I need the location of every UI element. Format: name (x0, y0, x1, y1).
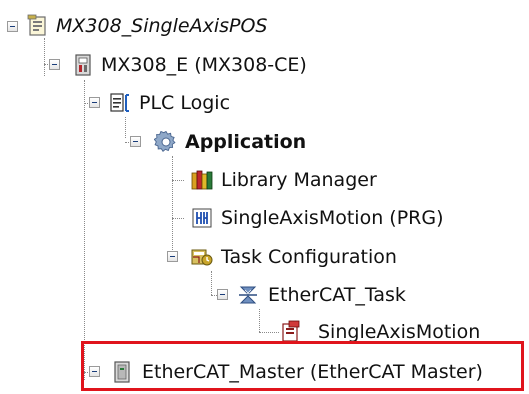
highlight-box (81, 341, 524, 391)
clipped-row-region: SingleAxisMotion (0, 0, 529, 344)
device-tree: MX308_SingleAxisPOS MX308_E (MX308-CE) P… (0, 0, 529, 394)
